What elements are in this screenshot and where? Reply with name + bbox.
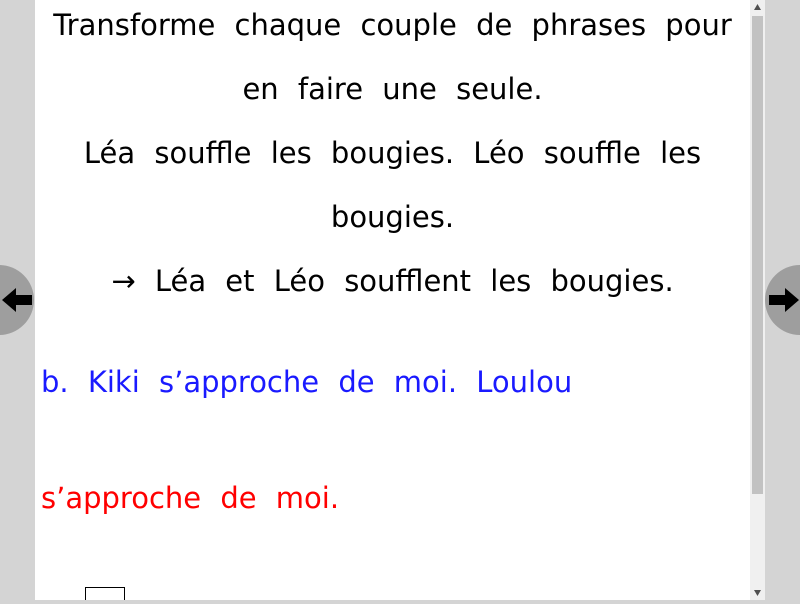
next-page-button[interactable] [765,265,800,335]
exercise-line-2: s’approche de moi. [41,481,340,515]
vertical-scrollbar[interactable] [750,0,765,600]
answer-checkbox[interactable] [85,587,125,600]
previous-page-button[interactable] [0,265,34,335]
scroll-down-arrow[interactable] [750,585,765,600]
arrow-left-icon [2,288,32,312]
lesson-page: Transforme chaque couple de phrases pour… [35,0,750,600]
triangle-up-icon [754,4,761,10]
exercise-line-1: b. Kiki s’approche de moi. Loulou [41,365,573,399]
arrow-right-icon [769,288,799,312]
example-answer: → Léa et Léo soufflent les bougies. [111,264,674,298]
example-line-1: Léa souffle les bougies. Léo souffle les [83,136,702,170]
scrollbar-thumb[interactable] [752,16,763,494]
example-line-2: bougies. [330,200,455,234]
triangle-down-icon [754,590,761,596]
instruction-line-1: Transforme chaque couple de phrases pour [53,8,732,42]
instruction-line-2: en faire une seule. [242,72,543,106]
scroll-up-arrow[interactable] [750,0,765,15]
